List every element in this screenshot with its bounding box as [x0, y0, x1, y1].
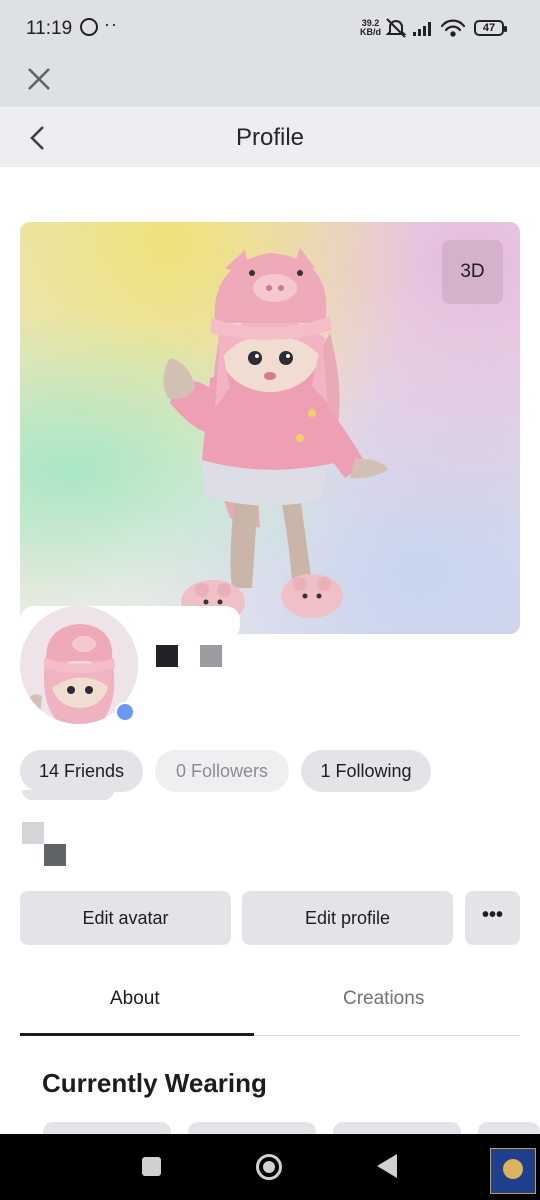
more-options-button[interactable]: ••• [465, 891, 520, 945]
censored-pixel [156, 645, 178, 667]
followers-chip[interactable]: 0 Followers [155, 750, 289, 792]
more-icon: ••• [481, 904, 503, 926]
floating-app-icon[interactable] [490, 1148, 536, 1194]
following-chip[interactable]: 1 Following [301, 750, 431, 792]
nav-square-icon[interactable] [142, 1157, 161, 1176]
network-speed-unit: KB/d [360, 27, 381, 37]
censored-pixel [44, 844, 66, 866]
battery-icon: 47 [474, 20, 507, 36]
censored-pixel [22, 822, 44, 844]
tab-creations[interactable]: Creations [343, 988, 424, 1010]
nav-home-icon[interactable] [256, 1154, 282, 1180]
chip-shadow [22, 790, 114, 800]
close-icon[interactable] [26, 66, 52, 92]
status-more-dots: ·· [104, 14, 118, 34]
censored-pixel [200, 645, 222, 667]
view-3d-button[interactable]: 3D [442, 240, 503, 304]
edit-avatar-button[interactable]: Edit avatar [20, 891, 231, 945]
nav-back-icon[interactable] [377, 1154, 397, 1178]
status-icons [386, 18, 466, 38]
friends-chip[interactable]: 14 Friends [20, 750, 143, 792]
page-title: Profile [235, 124, 305, 151]
edit-profile-button[interactable]: Edit profile [242, 891, 453, 945]
currently-wearing-heading: Currently Wearing [42, 1068, 267, 1098]
wifi-icon [440, 19, 466, 37]
signal-icon [413, 22, 431, 36]
tab-active-indicator [20, 1033, 254, 1036]
webview-close-bar [0, 58, 540, 107]
online-status-dot [115, 702, 135, 722]
tab-about[interactable]: About [110, 988, 160, 1010]
avatar-3d-render [163, 248, 388, 624]
network-speed: 39.2 KB/d [360, 19, 381, 37]
status-time: 11:19 [26, 18, 73, 39]
whatsapp-icon [80, 18, 98, 36]
mute-icon [386, 18, 407, 38]
